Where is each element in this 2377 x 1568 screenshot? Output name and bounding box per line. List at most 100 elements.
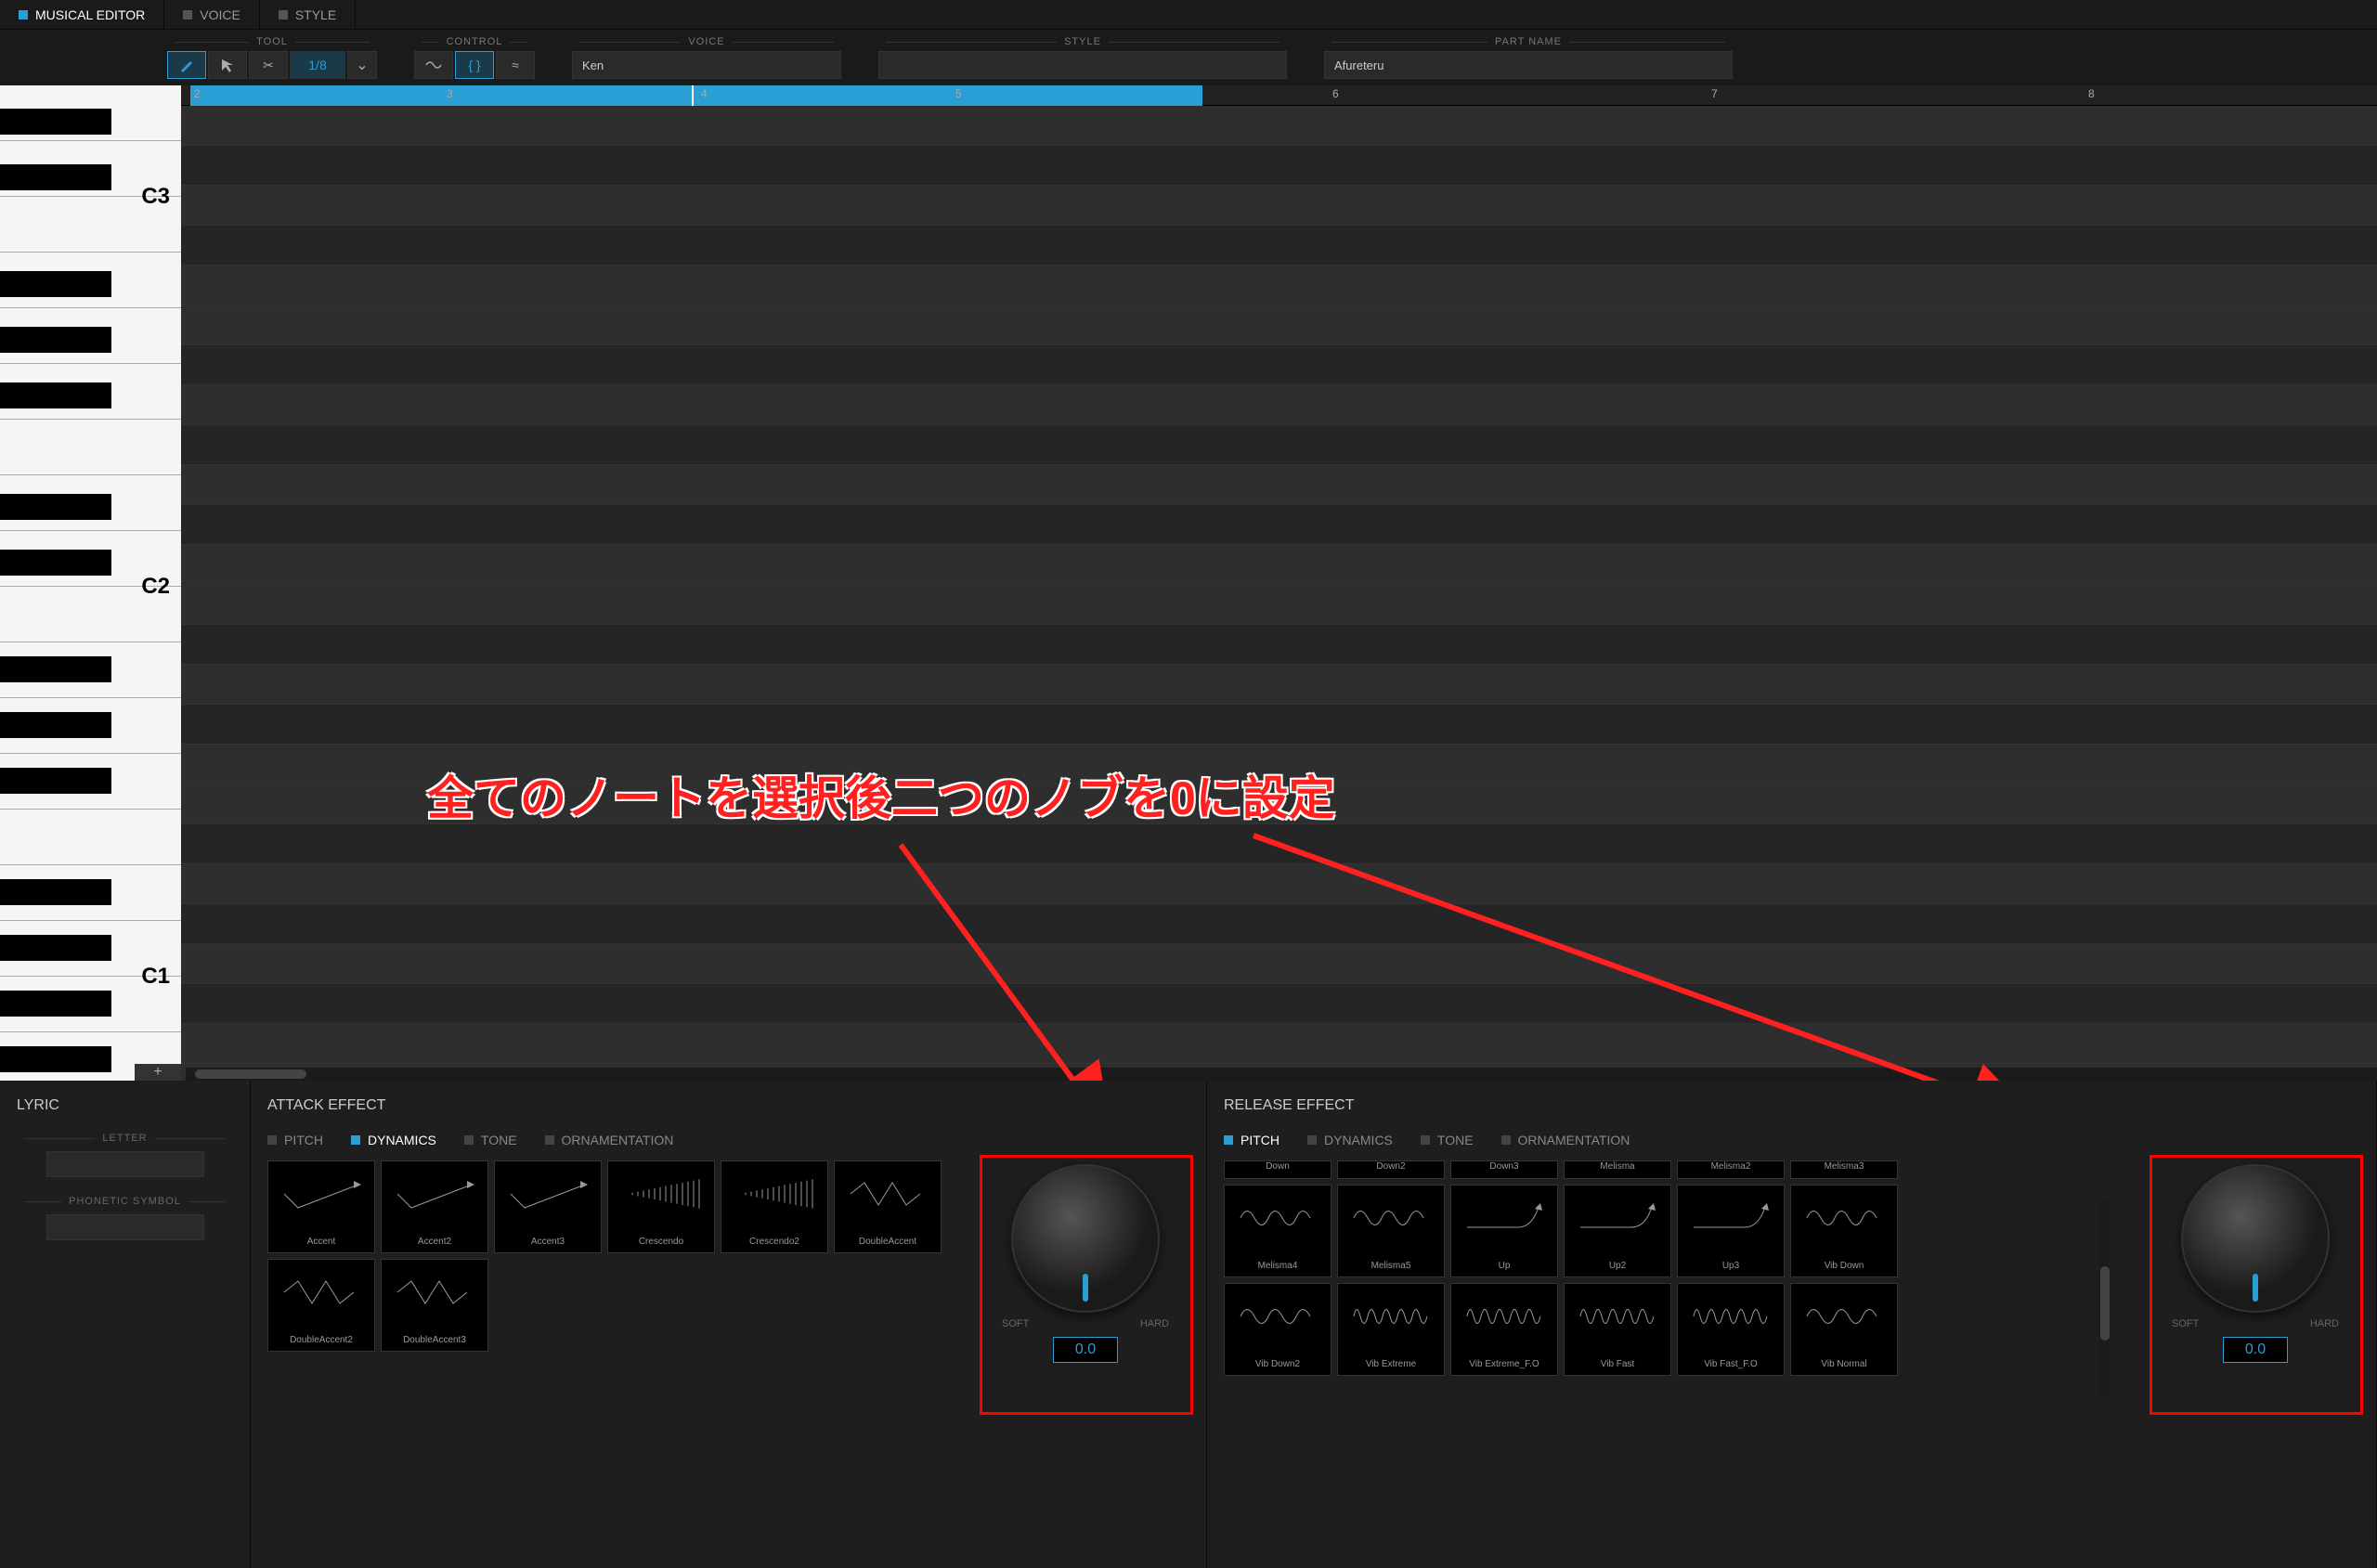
preset-item[interactable]: Vib Down bbox=[1790, 1185, 1898, 1277]
attack-knob[interactable] bbox=[1011, 1164, 1160, 1313]
black-key[interactable] bbox=[0, 109, 111, 135]
attack-knob-value[interactable]: 0.0 bbox=[1053, 1337, 1118, 1363]
preset-item[interactable]: Crescendo2 bbox=[721, 1160, 828, 1253]
release-title: RELEASE EFFECT bbox=[1224, 1097, 2359, 1114]
scrollbar-thumb[interactable] bbox=[195, 1069, 306, 1079]
preset-item[interactable]: Up2 bbox=[1564, 1185, 1671, 1277]
preset-item-partial[interactable]: Down bbox=[1224, 1160, 1331, 1179]
quantize-dropdown[interactable]: ⌄ bbox=[347, 51, 377, 79]
black-key[interactable] bbox=[0, 991, 111, 1017]
preset-item[interactable]: DoubleAccent3 bbox=[381, 1259, 488, 1352]
playhead-icon[interactable] bbox=[692, 85, 694, 106]
preset-item-partial[interactable]: Melisma3 bbox=[1790, 1160, 1898, 1179]
preset-item-partial[interactable]: Melisma bbox=[1564, 1160, 1671, 1179]
black-key[interactable] bbox=[0, 164, 111, 190]
knob-soft-label: SOFT bbox=[2172, 1318, 2199, 1329]
preset-item[interactable]: Vib Fast bbox=[1564, 1283, 1671, 1376]
black-key[interactable] bbox=[0, 271, 111, 297]
add-track-button[interactable]: + bbox=[135, 1064, 181, 1081]
time-ruler[interactable]: 2 3 4 5 6 7 8 bbox=[181, 85, 2377, 106]
ruler-loop-region[interactable] bbox=[190, 85, 1202, 106]
preset-item-partial[interactable]: Down3 bbox=[1450, 1160, 1558, 1179]
black-key[interactable] bbox=[0, 327, 111, 353]
preset-item[interactable]: Vib Down2 bbox=[1224, 1283, 1331, 1376]
white-key[interactable] bbox=[0, 810, 181, 865]
grid-row bbox=[181, 345, 2377, 385]
release-knob-value[interactable]: 0.0 bbox=[2223, 1337, 2288, 1363]
preset-item-partial[interactable]: Melisma2 bbox=[1677, 1160, 1785, 1179]
preset-wave-icon bbox=[1682, 1293, 1780, 1340]
white-key[interactable] bbox=[0, 420, 181, 475]
attack-tab-tone[interactable]: TONE bbox=[464, 1133, 517, 1147]
preset-item[interactable]: Accent2 bbox=[381, 1160, 488, 1253]
horizontal-scrollbar[interactable] bbox=[186, 1068, 2377, 1081]
attack-tab-pitch[interactable]: PITCH bbox=[267, 1133, 323, 1147]
preset-item-partial[interactable]: Down2 bbox=[1337, 1160, 1445, 1179]
control-vibrato[interactable]: ≈ bbox=[496, 51, 535, 79]
scrollbar-thumb[interactable] bbox=[2100, 1266, 2110, 1341]
black-key[interactable] bbox=[0, 656, 111, 682]
black-key[interactable] bbox=[0, 712, 111, 738]
style-select[interactable] bbox=[878, 51, 1287, 79]
grid-row bbox=[181, 944, 2377, 984]
grid-row bbox=[181, 465, 2377, 505]
control-timing[interactable]: { } bbox=[455, 51, 494, 79]
grid-row bbox=[181, 146, 2377, 186]
preset-item[interactable]: Up bbox=[1450, 1185, 1558, 1277]
attack-tab-dynamics[interactable]: DYNAMICS bbox=[351, 1133, 436, 1147]
voice-group: VOICE Ken bbox=[572, 36, 841, 79]
piano-keyboard[interactable]: C3C2C1 bbox=[0, 85, 181, 1081]
preset-item[interactable]: DoubleAccent bbox=[834, 1160, 942, 1253]
draw-tool[interactable] bbox=[167, 51, 206, 79]
preset-item[interactable]: Vib Fast_F.O bbox=[1677, 1283, 1785, 1376]
lyric-letter-input[interactable] bbox=[46, 1151, 204, 1177]
knob-hard-label: HARD bbox=[2310, 1318, 2339, 1329]
control-pitch[interactable] bbox=[414, 51, 453, 79]
knob-soft-label: SOFT bbox=[1002, 1318, 1029, 1329]
partname-input[interactable]: Afureteru bbox=[1324, 51, 1733, 79]
grid-row bbox=[181, 545, 2377, 585]
preset-item[interactable]: Accent3 bbox=[494, 1160, 602, 1253]
preset-label: Crescendo2 bbox=[749, 1237, 799, 1247]
release-tab-tone[interactable]: TONE bbox=[1421, 1133, 1474, 1147]
cut-tool[interactable]: ✂ bbox=[249, 51, 288, 79]
preset-item[interactable]: Crescendo bbox=[607, 1160, 715, 1253]
black-key[interactable] bbox=[0, 1046, 111, 1072]
black-key[interactable] bbox=[0, 879, 111, 905]
note-grid[interactable]: 2 3 4 5 6 7 8 あ あ あ あ あ あ あ あ あ あ あ あ あ … bbox=[181, 85, 2377, 1081]
release-preset-grid: Melisma4Melisma5 Up Up2Up3Vib Down Vib Down… bbox=[1224, 1185, 1911, 1376]
preset-item[interactable]: Vib Extreme_F.O bbox=[1450, 1283, 1558, 1376]
black-key[interactable] bbox=[0, 382, 111, 408]
lyric-phonetic-input[interactable] bbox=[46, 1214, 204, 1240]
black-key[interactable] bbox=[0, 768, 111, 794]
release-tab-pitch[interactable]: PITCH bbox=[1224, 1133, 1279, 1147]
preset-item[interactable]: DoubleAccent2 bbox=[267, 1259, 375, 1352]
arrow-tool[interactable] bbox=[208, 51, 247, 79]
preset-label: Up bbox=[1499, 1261, 1511, 1271]
preset-item[interactable]: Up3 bbox=[1677, 1185, 1785, 1277]
voice-select[interactable]: Ken bbox=[572, 51, 841, 79]
lyric-letter-label: LETTER bbox=[102, 1133, 147, 1144]
attack-tab-ornamentation[interactable]: ORNAMENTATION bbox=[545, 1133, 674, 1147]
preset-label: DoubleAccent3 bbox=[403, 1335, 466, 1345]
black-key[interactable] bbox=[0, 935, 111, 961]
release-tab-dynamics[interactable]: DYNAMICS bbox=[1307, 1133, 1393, 1147]
grid-body[interactable]: あ あ あ あ あ あ あ あ あ あ あ あ あ あ bbox=[181, 106, 2377, 1081]
tab-style[interactable]: STYLE bbox=[260, 0, 356, 29]
black-key[interactable] bbox=[0, 550, 111, 576]
preset-item[interactable]: Accent bbox=[267, 1160, 375, 1253]
preset-item[interactable]: Vib Normal bbox=[1790, 1283, 1898, 1376]
quantize-value[interactable]: 1/8 bbox=[290, 51, 345, 79]
preset-item[interactable]: Melisma4 bbox=[1224, 1185, 1331, 1277]
release-tab-ornamentation[interactable]: ORNAMENTATION bbox=[1501, 1133, 1630, 1147]
release-vscroll[interactable] bbox=[2099, 1201, 2111, 1396]
tab-label: MUSICAL EDITOR bbox=[35, 7, 145, 22]
preset-label: Accent3 bbox=[531, 1237, 565, 1247]
tab-musical-editor[interactable]: MUSICAL EDITOR bbox=[0, 0, 164, 29]
release-knob[interactable] bbox=[2181, 1164, 2330, 1313]
preset-item[interactable]: Vib Extreme bbox=[1337, 1283, 1445, 1376]
grid-row bbox=[181, 585, 2377, 625]
black-key[interactable] bbox=[0, 494, 111, 520]
tab-voice[interactable]: VOICE bbox=[164, 0, 260, 29]
preset-item[interactable]: Melisma5 bbox=[1337, 1185, 1445, 1277]
